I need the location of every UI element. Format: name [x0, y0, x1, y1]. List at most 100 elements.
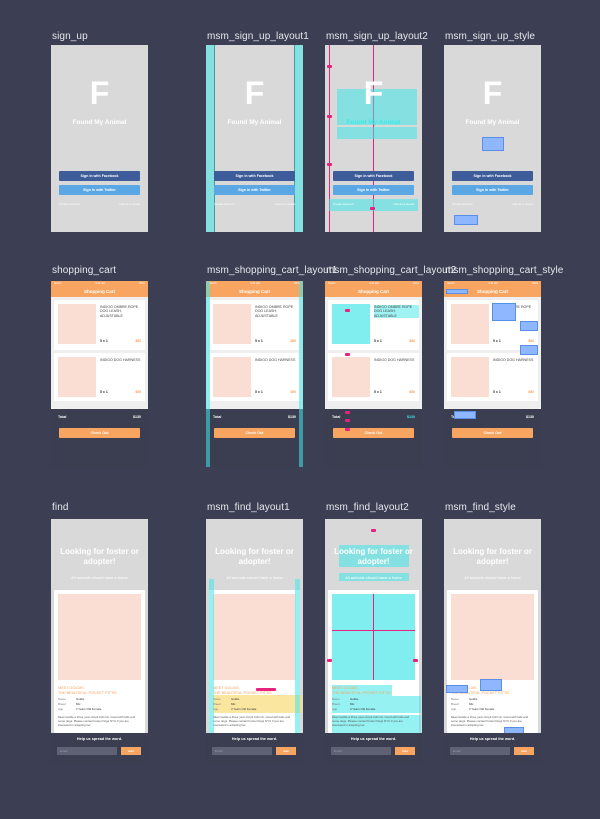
animal-card[interactable]: MEET GOLDIE,THE BEAUTIFUL POCKET PITTIE … [209, 590, 302, 756]
create-account-link[interactable]: Create Account [214, 202, 235, 206]
join-button[interactable]: Join [121, 747, 141, 755]
cart-item[interactable]: INDIGO DOG HARNESS 5 x 1 $50 [447, 353, 538, 401]
email-input[interactable]: Email [331, 747, 391, 755]
cart-title: Shopping Cart [325, 286, 422, 297]
cart-item[interactable]: INDIGO DOG HARNESS 5 x 1 $50 [209, 353, 300, 401]
product-name: INDIGO OMBRE ROPE DOG LEASH, ADJUSTABLE [100, 305, 139, 318]
spread-footer: Help us spread the word. Email Join [206, 733, 303, 763]
spread-label: Help us spread the word. [469, 737, 516, 741]
join-button[interactable]: Join [395, 747, 415, 755]
artboard-shopping-cart: Sketch 9:41 AM 100% Shopping Cart INDIGO O… [51, 281, 148, 467]
twitter-signin-button[interactable]: Sign in with Twitter [333, 185, 414, 195]
product-thumbnail [451, 357, 489, 397]
find-headline: Looking for foster or adopter! [60, 547, 139, 566]
animal-card[interactable]: MEET GOLDIE,THE BEAUTIFUL POCKET PITTIE … [328, 590, 421, 756]
artboard-find-layout1: Looking for foster or adopter! All anima… [206, 519, 303, 763]
product-name: INDIGO DOG HARNESS [100, 358, 141, 362]
spread-label: Help us spread the word. [231, 737, 278, 741]
artboard-sign-up-layout2: F Found My Animal Sign in with Facebook … [325, 45, 422, 232]
join-button[interactable]: Join [514, 747, 534, 755]
product-qty[interactable]: 5 x 1 [255, 390, 263, 394]
product-thumbnail [213, 304, 251, 344]
checkout-button[interactable]: Check Out [214, 428, 295, 438]
create-account-link[interactable]: Create Account [59, 202, 80, 206]
animal-description: Meet Goldie a three year old pit bull mi… [58, 715, 136, 727]
product-qty[interactable]: 5 x 1 [493, 339, 501, 343]
overlay-marker [345, 428, 350, 431]
cart-item[interactable]: INDIGO DOG HARNESS 5 x 1 $50 [54, 353, 145, 401]
checkout-button[interactable]: Check Out [452, 428, 533, 438]
overlay-marker [327, 163, 332, 166]
cart-footer: Total $130 Check Out [51, 409, 148, 467]
product-qty[interactable]: 5 x 1 [374, 390, 382, 394]
cart-item[interactable]: INDIGO OMBRE ROPE DOG LEASH, ADJUSTABLE … [328, 300, 419, 350]
product-qty[interactable]: 5 x 1 [100, 390, 108, 394]
style-annotation [446, 289, 468, 294]
spread-label: Help us spread the word. [76, 737, 123, 741]
twitter-signin-button[interactable]: Sign in with Twitter [59, 185, 140, 195]
overlay-marker [327, 65, 332, 68]
product-name: INDIGO OMBRE ROPE DOG LEASH, ADJUSTABLE [255, 305, 294, 318]
find-headline: Looking for foster or adopter! [453, 547, 532, 566]
guest-link[interactable]: Use as a Guest [393, 202, 414, 206]
label-find-style: msm_find_style [445, 502, 516, 513]
checkout-button[interactable]: Check Out [59, 428, 140, 438]
product-qty[interactable]: 5 x 1 [100, 339, 108, 343]
email-input[interactable]: Email [450, 747, 510, 755]
logo-letter: F [363, 75, 384, 111]
total-label: Total [213, 415, 222, 419]
animal-card[interactable]: MEET GOLDIE,THE BEAUTIFUL POCKET PITTIE … [447, 590, 538, 756]
facebook-signin-button[interactable]: Sign in with Facebook [452, 171, 533, 181]
cart-item[interactable]: INDIGO OMBRE ROPE DOG LEASH, ADJUSTABLE … [54, 300, 145, 350]
animal-card[interactable]: MEET GOLDIE,THE BEAUTIFUL POCKET PITTIE … [54, 590, 145, 756]
facebook-signin-button[interactable]: Sign in with Facebook [333, 171, 414, 181]
cart-item[interactable]: INDIGO DOG HARNESS 5 x 1 $50 [328, 353, 419, 401]
style-annotation [454, 411, 476, 419]
product-price: $80 [528, 339, 534, 343]
facebook-signin-button[interactable]: Sign in with Facebook [59, 171, 140, 181]
artboard-cart-style: Sketch9:41 AM100% Shopping Cart INDIGO O… [444, 281, 541, 467]
product-qty[interactable]: 5 x 1 [493, 390, 501, 394]
twitter-signin-button[interactable]: Sign in with Twitter [214, 185, 295, 195]
find-headline: Looking for foster or adopter! [215, 547, 294, 566]
cart-title: Shopping Cart [51, 286, 148, 297]
product-qty[interactable]: 5 x 1 [374, 339, 382, 343]
total-label: Total [58, 415, 67, 419]
detail-row: Name Goldie [213, 697, 240, 701]
product-name: INDIGO DOG HARNESS [255, 358, 296, 362]
guest-link[interactable]: Use as a Guest [512, 202, 533, 206]
brand-title: Found My Animal [227, 119, 282, 126]
animal-description: Meet Goldie a three year old pit bull mi… [213, 715, 291, 727]
facebook-signin-button[interactable]: Sign in with Facebook [214, 171, 295, 181]
style-annotation [480, 679, 502, 691]
animal-title: MEET GOLDIE,THE BEAUTIFUL POCKET PITTIE [332, 686, 391, 695]
label-cart-layout2: msm_shopping_cart_layout2 [326, 265, 457, 276]
find-subline: All animals should have a home [71, 575, 128, 580]
guest-link[interactable]: Use as a Guest [274, 202, 295, 206]
join-button[interactable]: Join [276, 747, 296, 755]
email-input[interactable]: Email [57, 747, 117, 755]
guest-link[interactable]: Use as a Guest [119, 202, 140, 206]
overlay-marker [370, 207, 375, 210]
total-value: $130 [526, 415, 534, 419]
spread-footer: Help us spread the word. Email Join [444, 733, 541, 763]
product-thumbnail [58, 357, 96, 397]
overlay-marker [327, 659, 332, 662]
cart-item[interactable]: INDIGO OMBRE ROPE DOG LEASH, ADJUSTABLE … [209, 300, 300, 350]
product-qty[interactable]: 5 x 1 [255, 339, 263, 343]
find-headline: Looking for foster or adopter! [334, 547, 413, 566]
email-input[interactable]: Email [212, 747, 272, 755]
twitter-signin-button[interactable]: Sign in with Twitter [452, 185, 533, 195]
detail-row: Name Goldie [332, 697, 359, 701]
artboard-sign-up: F Found My Animal Sign in with Facebook … [51, 45, 148, 232]
detail-row: Name Goldie [58, 697, 85, 701]
find-subline: All animals should have a home [345, 575, 402, 580]
total-value: $130 [288, 415, 296, 419]
find-subline: All animals should have a home [226, 575, 283, 580]
create-account-link[interactable]: Create Account [452, 202, 473, 206]
artboard-find-style: Looking for foster or adopter! All anima… [444, 519, 541, 763]
create-account-link[interactable]: Create Account [333, 202, 354, 206]
overlay-margin-left [209, 579, 214, 739]
brand-title: Found My Animal [465, 119, 520, 126]
detail-row: Breed Mix [332, 702, 355, 706]
